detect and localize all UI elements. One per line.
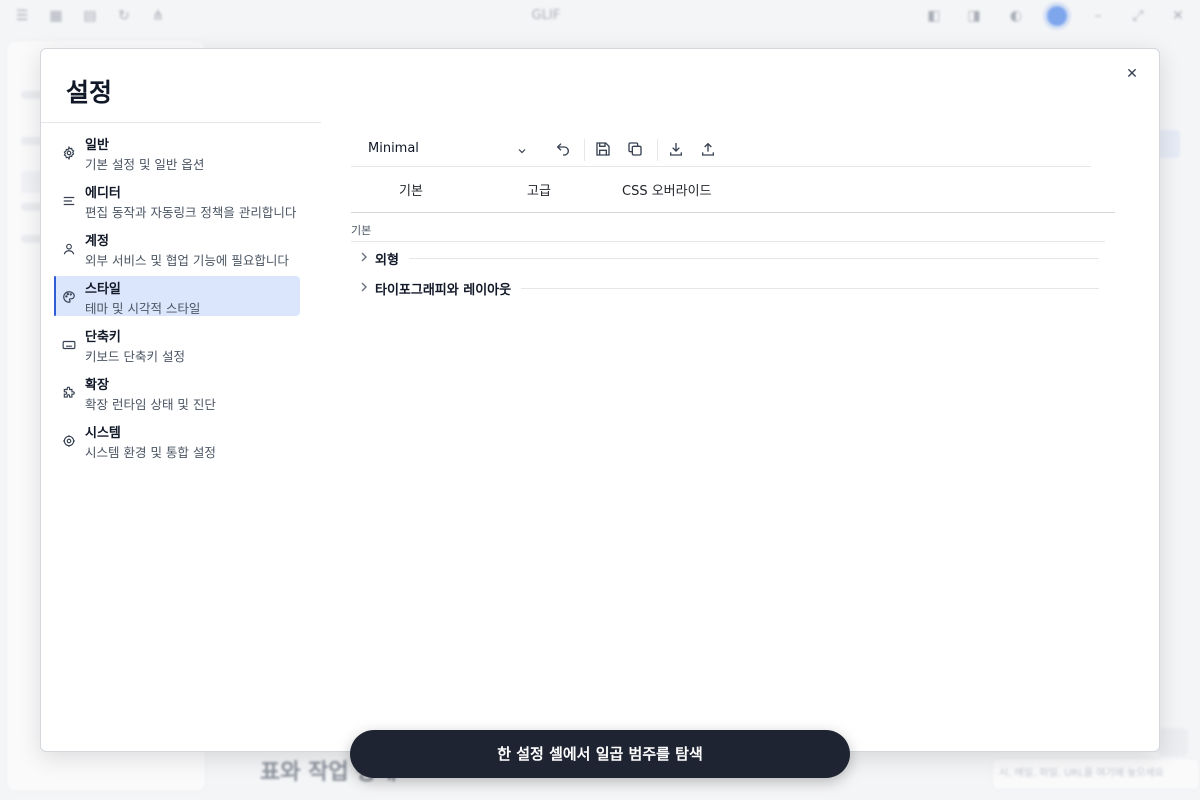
- chevron-right-icon: [359, 251, 369, 263]
- nav-description: 키보드 단축키 설정: [85, 349, 185, 364]
- close-button[interactable]: ✕: [1123, 65, 1141, 83]
- nav-item-editor[interactable]: 에디터 편집 동작과 자동링크 정책을 관리합니다: [54, 180, 300, 220]
- style-tabs: 기본 고급 CSS 오버라이드: [351, 167, 1115, 213]
- nav-label: 스타일: [85, 282, 121, 297]
- settings-nav: 일반 기본 설정 및 일반 옵션 에디터 편집 동작과 자동링크 정책을 관리합…: [54, 132, 300, 468]
- toast-message: 한 설정 셀에서 일곱 범주를 탐색: [350, 730, 850, 778]
- preset-select[interactable]: Minimal: [368, 141, 419, 156]
- graph-icon[interactable]: ⋔: [150, 8, 166, 24]
- toolbar-divider: [657, 139, 658, 161]
- keyboard-icon: [62, 338, 76, 352]
- layout-icon[interactable]: ▦: [48, 8, 64, 24]
- toolbar-divider: [584, 139, 585, 161]
- chevron-down-icon[interactable]: [516, 142, 528, 154]
- accordion-typography-layout[interactable]: 타이포그래피와 레이아웃: [359, 279, 1099, 299]
- nav-description: 확장 런타임 상태 및 진단: [85, 397, 216, 412]
- nav-label: 단축키: [85, 330, 121, 345]
- tab-basic[interactable]: 기본: [399, 180, 423, 199]
- dialog-title: 설정: [66, 78, 113, 107]
- style-toolbar: Minimal: [351, 134, 1091, 167]
- copy-icon[interactable]: [626, 140, 644, 158]
- accordion-rule: [375, 258, 1099, 259]
- refresh-icon[interactable]: ↻: [116, 8, 132, 24]
- nav-description: 외부 서비스 및 협업 기능에 필요합니다: [85, 253, 289, 268]
- nav-description: 시스템 환경 및 통합 설정: [85, 445, 216, 460]
- background-scroll-button: [1158, 728, 1188, 756]
- nav-label: 시스템: [85, 426, 121, 441]
- nav-item-account[interactable]: 계정 외부 서비스 및 협업 기능에 필요합니다: [54, 228, 300, 268]
- nav-item-extensions[interactable]: 확장 확장 런타임 상태 및 진단: [54, 372, 300, 412]
- download-icon[interactable]: [667, 140, 685, 158]
- avatar[interactable]: [1047, 6, 1067, 26]
- nav-item-style[interactable]: 스타일 테마 및 시각적 스타일: [54, 276, 300, 316]
- maximize-icon[interactable]: ⤢: [1130, 8, 1146, 24]
- system-gear-icon: [62, 434, 76, 448]
- menu-icon[interactable]: ☰: [14, 8, 30, 24]
- puzzle-icon: [62, 386, 76, 400]
- tab-css-override[interactable]: CSS 오버라이드: [622, 180, 712, 199]
- accordion-appearance[interactable]: 외형: [359, 249, 1099, 269]
- upload-icon[interactable]: [699, 140, 717, 158]
- app-topbar: ☰ ▦ ▤ ↻ ⋔ GLIF ◧ ◨ ◐ – ⤢ ✕: [0, 0, 1200, 34]
- settings-dialog: 설정 ✕ 일반 기본 설정 및 일반 옵션 에디터 편집 동작과 자동링크 정책…: [40, 48, 1160, 752]
- right-panel-icon[interactable]: ◨: [966, 8, 982, 24]
- text-lines-icon: [62, 194, 76, 208]
- chevron-right-icon: [359, 281, 369, 293]
- nav-label: 계정: [85, 234, 109, 249]
- window-close-icon[interactable]: ✕: [1170, 8, 1186, 24]
- window-title: GLIF: [531, 8, 561, 23]
- nav-item-general[interactable]: 일반 기본 설정 및 일반 옵션: [54, 132, 300, 172]
- left-panel-icon[interactable]: ◧: [926, 8, 942, 24]
- document-icon[interactable]: ▤: [82, 8, 98, 24]
- nav-description: 테마 및 시각적 스타일: [85, 301, 201, 316]
- gear-icon: [62, 146, 76, 160]
- accordion-label: 타이포그래피와 레이아웃: [375, 279, 522, 298]
- save-icon[interactable]: [594, 140, 612, 158]
- undo-icon[interactable]: [554, 140, 572, 158]
- nav-description: 편집 동작과 자동링크 정책을 관리합니다: [85, 205, 297, 220]
- user-icon: [62, 242, 76, 256]
- title-divider: [41, 122, 321, 123]
- accordion-label: 외형: [375, 249, 409, 268]
- nav-label: 확장: [85, 378, 109, 393]
- nav-description: 기본 설정 및 일반 옵션: [85, 157, 205, 172]
- nav-label: 일반: [85, 138, 109, 153]
- tab-advanced[interactable]: 고급: [527, 180, 551, 199]
- nav-item-shortcuts[interactable]: 단축키 키보드 단축키 설정: [54, 324, 300, 364]
- minimize-icon[interactable]: –: [1090, 8, 1106, 24]
- theme-icon[interactable]: ◐: [1008, 8, 1024, 24]
- palette-icon: [62, 290, 76, 304]
- section-label: 기본: [351, 224, 372, 237]
- nav-item-system[interactable]: 시스템 시스템 환경 및 통합 설정: [54, 420, 300, 460]
- background-search-input[interactable]: 시, 메일, 파일, URL을 여기에 놓으세요: [992, 758, 1200, 790]
- nav-label: 에디터: [85, 186, 121, 201]
- section-divider: [351, 241, 1105, 242]
